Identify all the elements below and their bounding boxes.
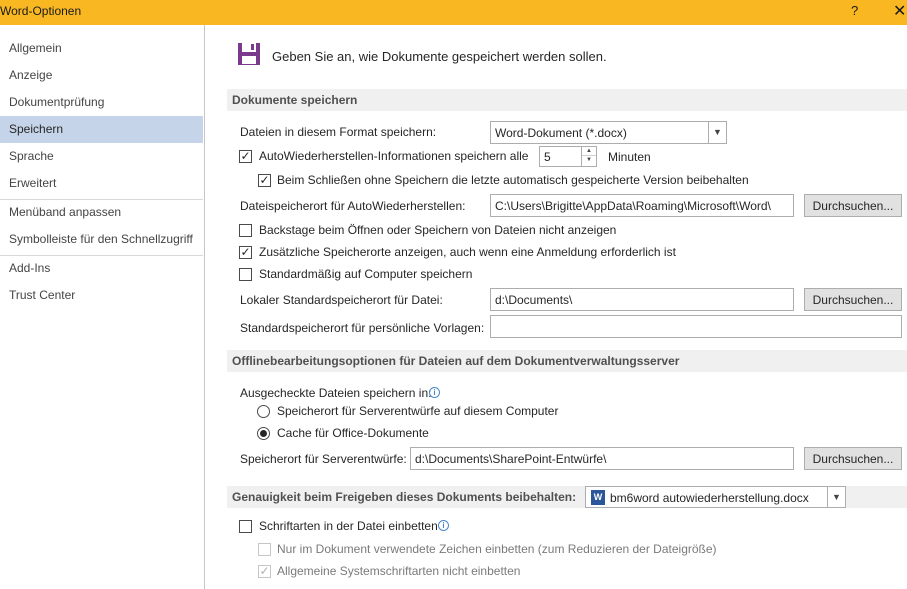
server-drafts-radio[interactable] xyxy=(257,405,270,418)
sidebar-item-symbolleiste[interactable]: Symbolleiste für den Schnellzugriff xyxy=(0,226,203,253)
document-select-value: bm6word autowiederherstellung.docx xyxy=(610,491,809,505)
main-panel: Geben Sie an, wie Dokumente gespeichert … xyxy=(210,25,907,589)
browse-local-default-button[interactable]: Durchsuchen... xyxy=(804,288,902,311)
templates-label: Standardspeicherort für persönliche Vorl… xyxy=(240,321,485,335)
document-select[interactable]: W bm6word autowiederherstellung.docx ▼ xyxy=(585,486,846,508)
floppy-disk-icon xyxy=(238,43,260,65)
no-system-fonts-checkbox[interactable]: ✓ xyxy=(258,565,271,578)
sidebar-item-dokumentpruefung[interactable]: Dokumentprüfung xyxy=(0,89,203,116)
spin-up-icon[interactable]: ▲ xyxy=(582,147,596,156)
backstage-checkbox[interactable] xyxy=(239,224,252,237)
format-select-value: Word-Dokument (*.docx) xyxy=(495,126,627,140)
spin-down-icon[interactable]: ▼ xyxy=(582,156,596,165)
format-label: Dateien in diesem Format speichern: xyxy=(240,125,437,139)
embed-fonts-label: Schriftarten in der Datei einbetten xyxy=(259,519,438,533)
minutes-label: Minuten xyxy=(608,150,651,164)
radio-selected-dot xyxy=(260,430,267,437)
sidebar-item-allgemein[interactable]: Allgemein xyxy=(0,35,203,62)
section-header-offline: Offlinebearbeitungsoptionen für Dateien … xyxy=(227,350,907,372)
sidebar-item-speichern[interactable]: Speichern xyxy=(0,116,203,143)
section-header-save: Dokumente speichern xyxy=(227,89,907,111)
autorecover-path-field[interactable]: C:\Users\Brigitte\AppData\Roaming\Micros… xyxy=(490,194,794,217)
sidebar-item-trust-center[interactable]: Trust Center xyxy=(0,282,203,309)
browse-server-drafts-button[interactable]: Durchsuchen... xyxy=(804,447,902,470)
sidebar-item-erweitert[interactable]: Erweitert xyxy=(0,170,203,197)
only-used-chars-label: Nur im Dokument verwendete Zeichen einbe… xyxy=(277,542,717,556)
office-cache-option-label: Cache für Office-Dokumente xyxy=(277,426,429,440)
sidebar-item-menueband[interactable]: Menüband anpassen xyxy=(0,199,203,226)
server-drafts-path-field[interactable]: d:\Documents\SharePoint-Entwürfe\ xyxy=(410,447,794,470)
autorecover-minutes-stepper[interactable]: 5 ▲ ▼ xyxy=(539,146,597,167)
additional-locations-checkbox[interactable]: ✓ xyxy=(239,246,252,259)
default-computer-checkbox[interactable] xyxy=(239,268,252,281)
autorecover-checkbox[interactable]: ✓ xyxy=(239,150,252,163)
autorecover-minutes-value[interactable]: 5 xyxy=(544,150,551,164)
browse-autorecover-button[interactable]: Durchsuchen... xyxy=(804,194,902,217)
word-document-icon: W xyxy=(591,490,605,505)
default-computer-label: Standardmäßig auf Computer speichern xyxy=(259,267,473,281)
page-description: Geben Sie an, wie Dokumente gespeichert … xyxy=(272,49,607,64)
server-drafts-option-label: Speicherort für Serverentwürfe auf diese… xyxy=(277,404,559,418)
autorecover-path-label: Dateispeicherort für AutoWiederherstelle… xyxy=(240,199,466,213)
keep-last-label: Beim Schließen ohne Speichern die letzte… xyxy=(277,173,749,187)
keep-last-checkbox[interactable]: ✓ xyxy=(258,174,271,187)
autorecover-label: AutoWiederherstellen-Informationen speic… xyxy=(259,149,529,163)
info-icon[interactable]: i xyxy=(429,387,440,398)
local-default-label: Lokaler Standardspeicherort für Datei: xyxy=(240,293,443,307)
sidebar-item-sprache[interactable]: Sprache xyxy=(0,143,203,170)
embed-fonts-checkbox[interactable] xyxy=(239,520,252,533)
backstage-label: Backstage beim Öffnen oder Speichern von… xyxy=(259,223,617,237)
only-used-chars-checkbox[interactable] xyxy=(258,543,271,556)
no-system-fonts-label: Allgemeine Systemschriftarten nicht einb… xyxy=(277,564,521,578)
format-select[interactable]: Word-Dokument (*.docx) ▼ xyxy=(490,121,727,144)
spinner-arrows: ▲ ▼ xyxy=(581,147,596,166)
help-button[interactable]: ? xyxy=(851,3,858,18)
chevron-down-icon[interactable]: ▼ xyxy=(827,487,845,507)
server-drafts-path-label: Speicherort für Serverentwürfe: xyxy=(240,452,407,466)
sidebar-item-anzeige[interactable]: Anzeige xyxy=(0,62,203,89)
info-icon[interactable]: i xyxy=(438,520,449,531)
title-bar: Word-Optionen ? ✕ xyxy=(0,0,907,25)
sidebar: Allgemein Anzeige Dokumentprüfung Speich… xyxy=(0,25,205,589)
sidebar-item-add-ins[interactable]: Add-Ins xyxy=(0,255,203,282)
local-default-field[interactable]: d:\Documents\ xyxy=(490,288,794,311)
checkout-label: Ausgecheckte Dateien speichern in: xyxy=(240,386,432,400)
chevron-down-icon[interactable]: ▼ xyxy=(708,122,726,143)
additional-locations-label: Zusätzliche Speicherorte anzeigen, auch … xyxy=(259,245,676,259)
office-cache-radio[interactable] xyxy=(257,427,270,440)
close-button[interactable]: ✕ xyxy=(893,1,906,21)
window-title: Word-Optionen xyxy=(0,4,82,18)
templates-field[interactable] xyxy=(490,315,902,338)
